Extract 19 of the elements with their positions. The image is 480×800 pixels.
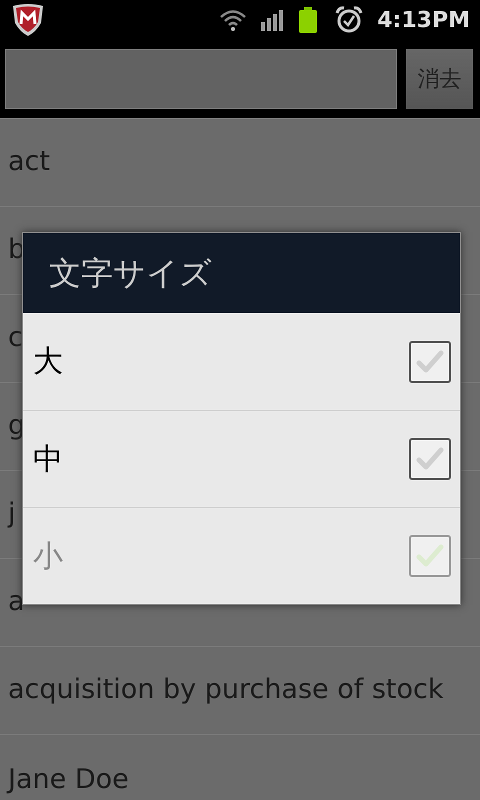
- list-item[interactable]: a: [8, 582, 25, 623]
- search-field[interactable]: [5, 49, 397, 109]
- clear-button[interactable]: 消去: [406, 49, 473, 109]
- wifi-icon: [219, 8, 248, 32]
- signal-icon: [261, 9, 286, 31]
- battery-icon: [299, 7, 318, 33]
- option-label[interactable]: 中: [33, 436, 409, 482]
- list-item[interactable]: c: [8, 318, 23, 359]
- list-item[interactable]: acquisition by purchase of stock: [8, 670, 444, 711]
- list-item[interactable]: Jane Doe: [8, 760, 129, 800]
- clock-time: 4:13PM: [377, 6, 470, 34]
- checkbox[interactable]: [409, 340, 451, 382]
- alarm-clock-icon: [335, 6, 364, 34]
- option-label[interactable]: 大: [33, 339, 409, 384]
- list-item[interactable]: act: [8, 142, 50, 183]
- checkbox[interactable]: [409, 438, 451, 480]
- shield-icon: [10, 3, 46, 37]
- list-item[interactable]: j: [8, 494, 16, 535]
- dialog-title: 文字サイズ: [49, 253, 212, 294]
